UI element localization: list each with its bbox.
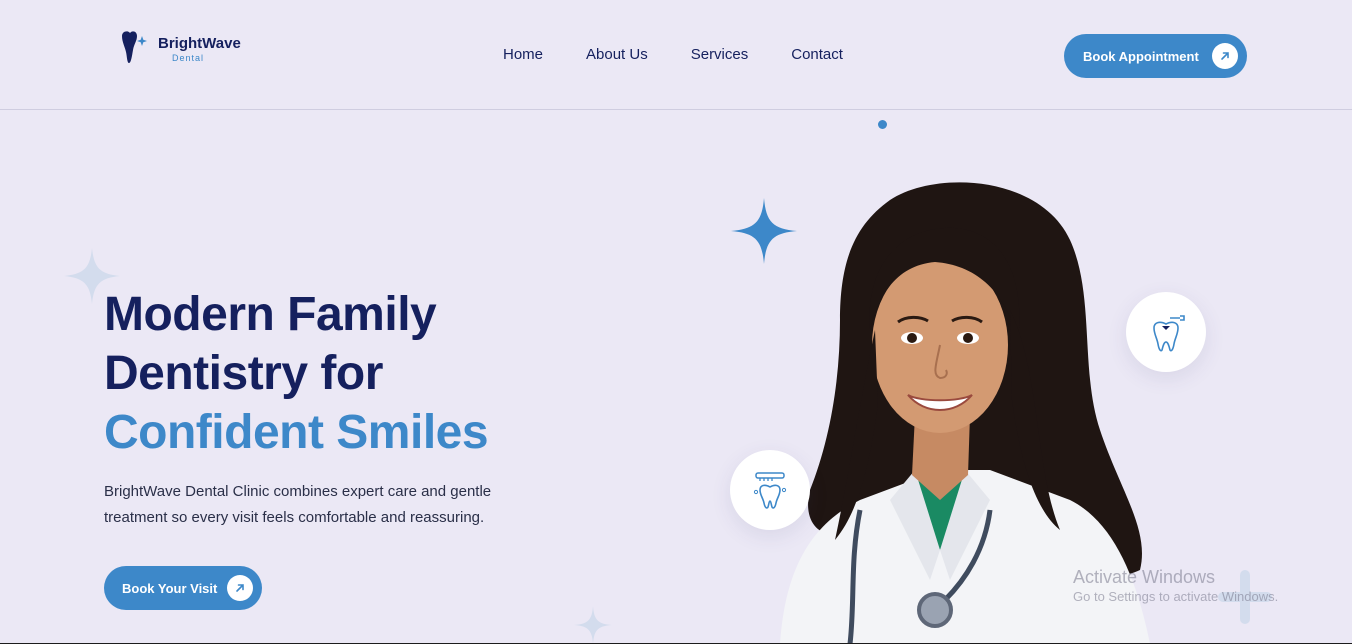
decorative-dot	[878, 120, 887, 129]
toothbrush-tooth-icon	[753, 472, 787, 509]
brand-logo[interactable]: BrightWave Dental	[118, 30, 241, 66]
book-appointment-label: Book Appointment	[1083, 48, 1199, 64]
book-appointment-button[interactable]: Book Appointment	[1064, 34, 1247, 78]
hero-title-line: Dentistry for	[104, 347, 383, 400]
site-header: BrightWave Dental Home About Us Services…	[0, 0, 1352, 110]
tooth-filling-badge	[1126, 292, 1206, 372]
tooth-filling-icon	[1153, 315, 1185, 352]
tooth-logo-icon	[118, 30, 150, 66]
toothbrush-badge	[730, 450, 810, 530]
activation-watermark: Activate Windows Go to Settings to activ…	[1073, 566, 1278, 606]
book-your-visit-button[interactable]: Book Your Visit	[104, 566, 262, 610]
hero-title: Modern Family Dentistry for Confident Sm…	[104, 285, 489, 462]
watermark-title: Activate Windows	[1073, 567, 1216, 587]
main-nav: Home About Us Services Contact	[503, 46, 886, 64]
watermark-subtitle: Go to Settings to activate Windows.	[1073, 589, 1279, 604]
nav-services[interactable]: Services	[691, 46, 749, 64]
brand-name: BrightWave	[158, 35, 241, 52]
nav-contact[interactable]: Contact	[791, 46, 843, 64]
hero-description: BrightWave Dental Clinic combines expert…	[104, 479, 544, 531]
nav-about-us[interactable]: About Us	[586, 46, 648, 64]
arrow-up-right-icon	[227, 575, 253, 601]
sparkle-icon	[574, 606, 612, 644]
hero-title-accent: Confident Smiles	[104, 406, 489, 459]
hero-title-line: Modern Family	[104, 288, 437, 341]
hero-description-line: BrightWave Dental Clinic combines expert…	[104, 483, 492, 500]
book-your-visit-label: Book Your Visit	[122, 580, 218, 596]
brand-subtitle: Dental	[172, 53, 205, 63]
nav-home[interactable]: Home	[503, 46, 543, 64]
arrow-up-right-icon	[1212, 43, 1238, 69]
hero-description-line: treatment so every visit feels comfortab…	[104, 509, 485, 526]
